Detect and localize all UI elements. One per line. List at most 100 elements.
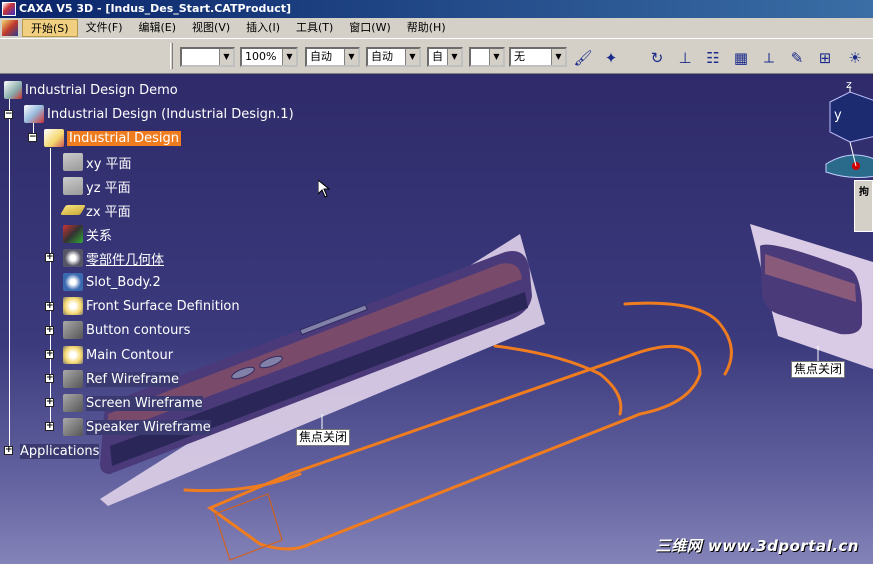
color-select[interactable]: ▼ [180, 47, 235, 67]
compass-z-label: z [846, 78, 852, 91]
tree-item-speaker-wireframe[interactable]: Speaker Wireframe [63, 417, 211, 437]
collapse-toggle[interactable]: − [28, 133, 37, 142]
expand-toggle[interactable]: + [45, 302, 54, 311]
tree-item-front-surface[interactable]: Front Surface Definition [63, 296, 240, 316]
chevron-down-icon: ▼ [551, 49, 565, 65]
tree-item-main-contour[interactable]: Main Contour [63, 345, 173, 365]
apply-material-icon[interactable]: ✦ [600, 47, 622, 69]
geometrical-set-icon [63, 346, 83, 364]
tree-item-label: Screen Wireframe [86, 395, 203, 411]
menu-tools[interactable]: 工具(T) [288, 19, 341, 37]
tree-connector [50, 148, 51, 430]
chevron-down-icon: ▼ [282, 49, 296, 65]
tree-item-relations[interactable]: 关系 [63, 224, 112, 244]
menu-window[interactable]: 窗口(W) [341, 19, 398, 37]
tree-item-zx-plane[interactable]: zx 平面 [60, 200, 131, 220]
linetype-select[interactable]: 自动 ▼ [305, 47, 360, 67]
menu-bar: 开始(S) 文件(F) 编辑(E) 视图(V) 插入(I) 工具(T) 窗口(W… [0, 18, 873, 38]
chevron-down-icon: ▼ [489, 49, 503, 65]
expand-toggle[interactable]: + [45, 398, 54, 407]
speaker-wireframe [214, 493, 283, 561]
expand-toggle[interactable]: + [45, 374, 54, 383]
compass-y-label: y [834, 108, 842, 123]
sketch-set-icon [63, 394, 83, 412]
gear-icon [63, 249, 83, 267]
menu-insert[interactable]: 插入(I) [238, 19, 288, 37]
menu-view[interactable]: 视图(V) [184, 19, 238, 37]
system-menu-icon[interactable] [2, 20, 18, 36]
specification-tree: Industrial Design Demo − Industrial Desi… [0, 74, 300, 474]
rotate-icon[interactable]: ↻ [646, 47, 668, 69]
thickness-select[interactable]: 自动 ▼ [366, 47, 421, 67]
chevron-down-icon: ▼ [405, 49, 419, 65]
title-bar: CAXA V5 3D - [Indus_Des_Start.CATProduct… [0, 0, 873, 18]
hierarchy-icon[interactable]: ⊞ [814, 47, 836, 69]
docked-toolbar-label: 拘 [859, 187, 869, 198]
measure-icon[interactable]: ✎ [786, 47, 808, 69]
tree-product[interactable]: Industrial Design (Industrial Design.1) [24, 104, 294, 124]
tree-item-label: Speaker Wireframe [86, 419, 211, 435]
relations-icon [63, 225, 83, 243]
tree-item-yz-plane[interactable]: yz 平面 [63, 176, 131, 196]
phone-body-right [750, 224, 873, 369]
tree-product-label: Industrial Design (Industrial Design.1) [47, 106, 294, 122]
product-icon [4, 81, 22, 99]
mouse-cursor-icon [318, 180, 330, 198]
tree-item-button-contours[interactable]: Button contours [63, 320, 190, 340]
transparency-select[interactable]: 100% ▼ [240, 47, 298, 67]
axis-system-icon[interactable]: ⊥ [674, 47, 696, 69]
compass-widget[interactable] [825, 86, 873, 178]
pointtype-select[interactable]: 自 ▼ [427, 47, 463, 67]
tree-item-label: yz 平面 [86, 180, 131, 196]
snap-icon[interactable]: ⟂ [758, 47, 780, 69]
chevron-down-icon: ▼ [344, 49, 358, 65]
focus-off-tag-right: 焦点关闭 [791, 361, 846, 378]
grid-icon[interactable]: ▦ [730, 47, 752, 69]
tree-part[interactable]: Industrial Design [44, 128, 181, 148]
layer-select[interactable]: ▼ [469, 47, 505, 67]
app-icon [2, 2, 16, 16]
tree-item-label: Slot_Body.2 [86, 274, 161, 290]
geometrical-set-icon [63, 297, 83, 315]
focus-off-tag-left: 焦点关闭 [296, 429, 351, 446]
menu-help[interactable]: 帮助(H) [399, 19, 454, 37]
paintbrush-icon[interactable]: 🖌 [572, 47, 594, 69]
plane-icon [63, 177, 83, 195]
tree-item-label: Main Contour [86, 347, 174, 363]
chevron-down-icon: ▼ [447, 49, 461, 65]
rendering-select[interactable]: 无 ▼ [509, 47, 567, 67]
tree-structure-icon[interactable]: ☷ [702, 47, 724, 69]
sketch-set-icon [63, 418, 83, 436]
tree-root[interactable]: Industrial Design Demo [4, 80, 178, 100]
sketch-set-icon [63, 370, 83, 388]
expand-toggle[interactable]: + [4, 446, 13, 455]
expand-toggle[interactable]: + [45, 350, 54, 359]
expand-toggle[interactable]: + [45, 326, 54, 335]
plane-icon [63, 153, 83, 171]
tree-item-xy-plane[interactable]: xy 平面 [63, 152, 132, 172]
tree-item-part-body[interactable]: 零部件几何体 [63, 248, 164, 268]
menu-file[interactable]: 文件(F) [78, 19, 131, 37]
tree-item-ref-wireframe[interactable]: Ref Wireframe [63, 369, 179, 389]
tree-item-label: Ref Wireframe [86, 371, 179, 387]
plane-icon [60, 205, 86, 215]
tree-item-label: xy 平面 [86, 156, 132, 172]
menu-edit[interactable]: 编辑(E) [131, 19, 185, 37]
product-instance-icon [24, 105, 44, 123]
menu-start[interactable]: 开始(S) [22, 19, 78, 37]
docked-toolbar-right[interactable]: 拘 [854, 180, 873, 232]
visibility-icon[interactable]: ☀ [844, 47, 866, 69]
tree-item-slot-body[interactable]: Slot_Body.2 [63, 272, 161, 292]
collapse-toggle[interactable]: − [4, 110, 13, 119]
tree-item-screen-wireframe[interactable]: Screen Wireframe [63, 393, 203, 413]
tree-applications[interactable]: Applications [20, 441, 100, 461]
tree-applications-label: Applications [20, 443, 100, 459]
tree-item-label: Button contours [86, 322, 191, 338]
tree-root-label: Industrial Design Demo [25, 82, 178, 98]
toolbar-grip[interactable] [170, 43, 173, 69]
ref-curve-2 [623, 301, 733, 376]
sketch-set-icon [63, 321, 83, 339]
expand-toggle[interactable]: + [45, 253, 54, 262]
expand-toggle[interactable]: + [45, 422, 54, 431]
properties-toolbar: ▼ 100% ▼ 自动 ▼ 自动 ▼ 自 ▼ ▼ 无 ▼ 🖌 ✦ ↻ ⊥ ☷ ▦ ⟂ ✎ … [0, 38, 873, 74]
